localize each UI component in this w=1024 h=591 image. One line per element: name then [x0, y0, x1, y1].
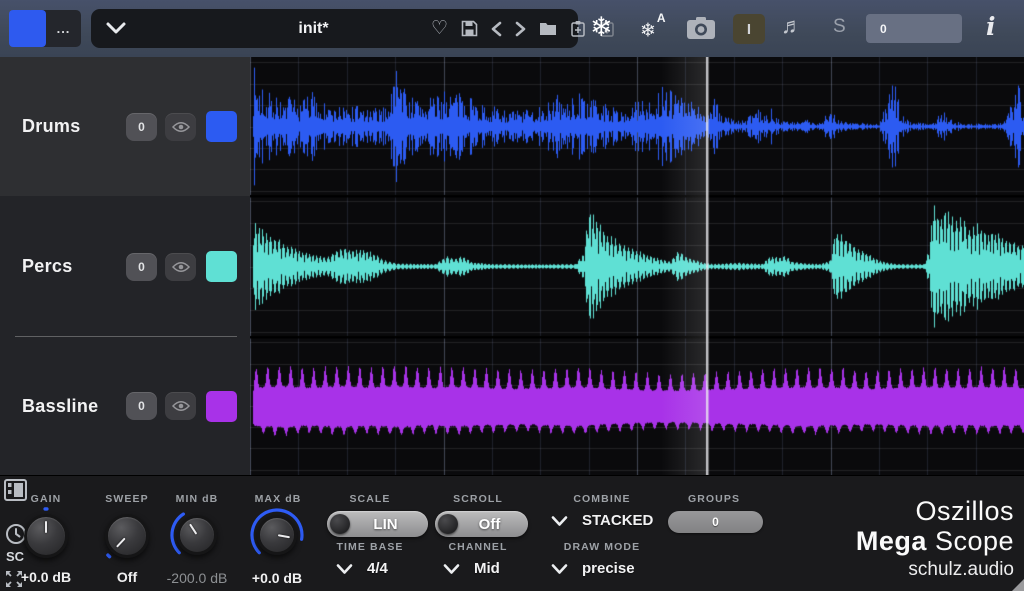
save-icon[interactable]: [461, 20, 478, 37]
chevron-down-icon: [443, 563, 460, 575]
scroll-label: SCROLL: [428, 493, 528, 505]
sweep-value: Off: [87, 569, 167, 585]
track-count-button[interactable]: 0: [126, 253, 157, 281]
channel-value: Mid: [474, 560, 500, 577]
track-color-swatch[interactable]: [206, 251, 237, 282]
combine-value: STACKED: [582, 512, 653, 529]
beamed-notes-icon[interactable]: ♬: [781, 13, 803, 39]
draw-mode-dropdown[interactable]: precise: [551, 560, 635, 577]
more-options-button[interactable]: ...: [46, 10, 81, 47]
solo-button[interactable]: S: [833, 16, 846, 38]
track-count-button[interactable]: 0: [126, 113, 157, 141]
track-row-bassline[interactable]: Bassline 0: [0, 337, 250, 475]
product-name-line2: Mega Scope: [856, 526, 1014, 557]
track-name: Drums: [22, 116, 81, 137]
preset-color-group: ...: [9, 10, 81, 47]
channel-dropdown[interactable]: Mid: [443, 560, 500, 577]
track-color-swatch[interactable]: [206, 391, 237, 422]
product-name-line1: Oszillos: [856, 496, 1014, 526]
preset-folder-icon[interactable]: [539, 21, 557, 36]
plugin-window: ... init* ♡: [0, 0, 1024, 591]
scale-toggle-knob: [330, 514, 350, 534]
input-monitor-button[interactable]: I: [733, 14, 765, 44]
sweep-label: SWEEP: [97, 493, 157, 505]
groups-label: GROUPS: [664, 493, 764, 505]
track-visibility-eye-icon[interactable]: [165, 392, 196, 420]
scale-label: SCALE: [320, 493, 420, 505]
max-db-knob[interactable]: [257, 515, 297, 555]
max-db-label: MAX dB: [245, 493, 311, 505]
min-db-value: -200.0 dB: [157, 570, 237, 586]
min-db-label: MIN dB: [164, 493, 230, 505]
draw-mode-label: DRAW MODE: [547, 541, 657, 553]
track-count-button[interactable]: 0: [126, 392, 157, 420]
preset-name[interactable]: init*: [241, 20, 386, 38]
scope-canvas[interactable]: [250, 57, 1024, 475]
time-base-label: TIME BASE: [320, 541, 420, 553]
draw-mode-value: precise: [582, 560, 635, 577]
next-preset-chevron-right-icon[interactable]: [515, 21, 526, 37]
header-bar: ... init* ♡: [0, 0, 1024, 57]
track-visibility-eye-icon[interactable]: [165, 253, 196, 281]
preset-bar: init* ♡: [91, 9, 578, 48]
scroll-toggle[interactable]: Off: [435, 511, 528, 537]
company-name: schulz.audio: [856, 557, 1014, 582]
resize-grip[interactable]: [1012, 579, 1024, 591]
track-name: Percs: [22, 256, 73, 277]
freeze-snowflake-icon[interactable]: ❄: [590, 12, 613, 43]
track-name: Bassline: [22, 396, 98, 417]
channel-label: CHANNEL: [428, 541, 528, 553]
min-db-knob[interactable]: [177, 515, 217, 555]
chevron-down-icon: [336, 563, 353, 575]
track-panel: Drums 0 Percs 0 Bassline 0: [0, 57, 250, 475]
snapshot-camera-icon[interactable]: [686, 16, 716, 40]
scale-toggle[interactable]: LIN: [327, 511, 428, 537]
combine-label: COMBINE: [547, 493, 657, 505]
time-base-value: 4/4: [367, 560, 388, 577]
track-color-swatch[interactable]: [206, 111, 237, 142]
track-row-percs[interactable]: Percs 0: [0, 196, 250, 337]
branding: Oszillos Mega Scope schulz.audio: [856, 496, 1014, 582]
chevron-down-icon: [551, 515, 568, 527]
auto-freeze-snowflake-icon[interactable]: ❄A: [640, 18, 665, 42]
time-base-dropdown[interactable]: 4/4: [336, 560, 388, 577]
sweep-knob[interactable]: [105, 514, 149, 558]
counter-input[interactable]: 0: [866, 14, 962, 43]
prev-preset-chevron-left-icon[interactable]: [491, 21, 502, 37]
chevron-down-icon: [551, 563, 568, 575]
preset-color-swatch[interactable]: [9, 10, 46, 47]
groups-value-button[interactable]: 0: [668, 511, 763, 533]
header-right-tools: ❄ ❄A I ♬ S 0 i: [578, 0, 1024, 57]
scroll-toggle-knob: [438, 514, 458, 534]
gain-knob[interactable]: [24, 514, 68, 558]
preset-menu-chevron-down-icon[interactable]: [105, 21, 127, 40]
max-db-value: +0.0 dB: [237, 570, 317, 586]
gain-label: GAIN: [16, 493, 76, 505]
info-button[interactable]: i: [986, 12, 996, 41]
combine-dropdown[interactable]: STACKED: [551, 512, 653, 529]
favorite-heart-icon[interactable]: ♡: [431, 19, 448, 38]
track-visibility-eye-icon[interactable]: [165, 113, 196, 141]
track-row-drums[interactable]: Drums 0: [0, 57, 250, 196]
gain-value: +0.0 dB: [6, 569, 86, 585]
